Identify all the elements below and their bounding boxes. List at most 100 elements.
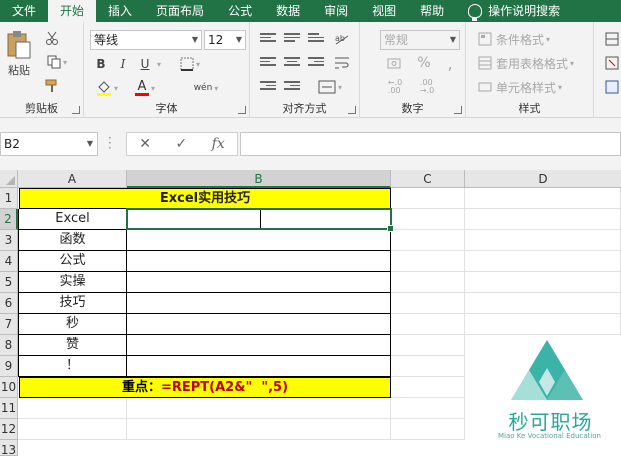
merge-center-button[interactable]: ▾ bbox=[306, 78, 354, 96]
drag-handle-icon[interactable]: · · · bbox=[108, 132, 112, 154]
align-center-button[interactable] bbox=[282, 54, 302, 72]
number-launcher-icon[interactable] bbox=[454, 106, 462, 114]
phonetic-button[interactable]: wén ▾ bbox=[184, 78, 228, 98]
underline-dropdown-icon[interactable]: ▾ bbox=[154, 54, 164, 74]
column-header-a[interactable]: A bbox=[18, 170, 127, 188]
cell-a5[interactable]: 实操 bbox=[18, 272, 127, 293]
cell-b7[interactable] bbox=[127, 314, 391, 335]
cell-b5[interactable] bbox=[127, 272, 391, 293]
align-left-button[interactable] bbox=[258, 54, 278, 72]
increase-indent-button[interactable] bbox=[282, 78, 302, 96]
tip-cell[interactable]: 重点：=REPT(A2&" ",5) bbox=[19, 377, 391, 398]
cell[interactable] bbox=[465, 209, 621, 230]
tab-insert[interactable]: 插入 bbox=[96, 0, 144, 22]
row-header[interactable]: 3 bbox=[0, 230, 18, 251]
percent-button[interactable]: % bbox=[414, 54, 434, 72]
italic-button[interactable]: I bbox=[114, 54, 132, 74]
cell-a3[interactable]: 函数 bbox=[18, 230, 127, 251]
row-header[interactable]: 11 bbox=[0, 398, 18, 419]
cell-a9[interactable]: ！ bbox=[18, 356, 127, 377]
number-format-select[interactable]: 常规 ▼ bbox=[380, 30, 460, 50]
tab-data[interactable]: 数据 bbox=[264, 0, 312, 22]
tab-formulas[interactable]: 公式 bbox=[216, 0, 264, 22]
cell[interactable] bbox=[127, 398, 391, 419]
column-header-c[interactable]: C bbox=[391, 170, 465, 188]
insert-cells-button[interactable] bbox=[602, 30, 621, 48]
cell[interactable] bbox=[391, 293, 465, 314]
wrap-text-button[interactable] bbox=[330, 54, 354, 72]
align-bottom-button[interactable] bbox=[306, 30, 326, 48]
cell[interactable] bbox=[391, 314, 465, 335]
increase-decimal-button[interactable]: ←.0.00 bbox=[382, 78, 408, 96]
font-launcher-icon[interactable] bbox=[238, 106, 246, 114]
cell-b8[interactable] bbox=[127, 335, 391, 356]
row-header[interactable]: 1 bbox=[0, 188, 18, 209]
delete-cells-button[interactable] bbox=[602, 54, 621, 72]
font-color-button[interactable]: A ▾ bbox=[128, 78, 162, 98]
insert-function-icon[interactable]: fx bbox=[212, 136, 225, 152]
tab-page-layout[interactable]: 页面布局 bbox=[144, 0, 216, 22]
tab-home[interactable]: 开始 bbox=[48, 0, 97, 22]
cell[interactable] bbox=[391, 251, 465, 272]
column-header-d[interactable]: D bbox=[465, 170, 621, 188]
row-header[interactable]: 2 bbox=[0, 209, 18, 230]
name-box[interactable]: B2 ▼ bbox=[0, 132, 98, 156]
clipboard-launcher-icon[interactable] bbox=[72, 106, 80, 114]
format-cells-button[interactable] bbox=[602, 78, 621, 96]
tab-help[interactable]: 帮助 bbox=[408, 0, 456, 22]
cell[interactable] bbox=[18, 419, 127, 440]
cell-b9[interactable] bbox=[127, 356, 391, 377]
cell-b6[interactable] bbox=[127, 293, 391, 314]
select-all-button[interactable] bbox=[0, 170, 18, 188]
row-header[interactable]: 12 bbox=[0, 419, 18, 440]
fill-color-button[interactable]: ▾ bbox=[90, 78, 124, 98]
title-cell[interactable]: Excel实用技巧 bbox=[19, 188, 391, 209]
cut-button[interactable] bbox=[42, 28, 62, 48]
cell-a6[interactable]: 技巧 bbox=[18, 293, 127, 314]
cell[interactable] bbox=[391, 188, 465, 209]
cell[interactable] bbox=[391, 377, 465, 398]
tab-file[interactable]: 文件 bbox=[0, 0, 48, 22]
enter-icon[interactable]: ✓ bbox=[175, 136, 187, 152]
cell[interactable] bbox=[465, 188, 621, 209]
underline-button[interactable]: U bbox=[136, 54, 154, 74]
tab-review[interactable]: 审阅 bbox=[312, 0, 360, 22]
row-header[interactable]: 6 bbox=[0, 293, 18, 314]
active-cell-selection[interactable] bbox=[126, 208, 394, 232]
comma-style-button[interactable]: , bbox=[440, 54, 460, 73]
cell[interactable] bbox=[391, 419, 465, 440]
cancel-icon[interactable]: ✕ bbox=[139, 136, 151, 152]
cell-a8[interactable]: 赞 bbox=[18, 335, 127, 356]
align-middle-button[interactable] bbox=[282, 30, 302, 48]
cell[interactable] bbox=[18, 398, 127, 419]
cell[interactable] bbox=[391, 398, 465, 419]
conditional-format-button[interactable]: 条件格式 ▾ bbox=[478, 30, 590, 48]
decrease-indent-button[interactable] bbox=[258, 78, 278, 96]
font-name-select[interactable]: 等线 ▼ bbox=[90, 30, 202, 50]
column-header-b[interactable]: B bbox=[127, 170, 391, 188]
row-header[interactable]: 8 bbox=[0, 335, 18, 356]
copy-button[interactable]: ▾ bbox=[42, 52, 72, 72]
cell[interactable] bbox=[127, 419, 391, 440]
cell[interactable] bbox=[465, 293, 621, 314]
cell-b3[interactable] bbox=[127, 230, 391, 251]
row-header[interactable]: 4 bbox=[0, 251, 18, 272]
decrease-decimal-button[interactable]: .00 →.0 bbox=[414, 78, 440, 96]
row-header[interactable]: 13 bbox=[0, 440, 18, 456]
row-header[interactable]: 7 bbox=[0, 314, 18, 335]
tell-me-search[interactable]: 操作说明搜索 bbox=[456, 0, 572, 22]
paste-button[interactable]: 粘贴 bbox=[4, 28, 34, 80]
cell[interactable] bbox=[391, 335, 465, 356]
row-header[interactable]: 10 bbox=[0, 377, 18, 398]
cell[interactable] bbox=[465, 272, 621, 293]
align-right-button[interactable] bbox=[306, 54, 326, 72]
cell[interactable] bbox=[465, 251, 621, 272]
format-painter-button[interactable] bbox=[42, 76, 62, 96]
accounting-format-button[interactable] bbox=[382, 54, 408, 72]
formula-input[interactable] bbox=[240, 132, 621, 156]
alignment-launcher-icon[interactable] bbox=[348, 106, 356, 114]
orientation-button[interactable]: ab bbox=[330, 30, 354, 48]
border-button[interactable]: ▾ bbox=[176, 54, 204, 74]
bold-button[interactable]: B bbox=[92, 54, 110, 74]
cell-a2[interactable]: Excel bbox=[18, 209, 127, 230]
